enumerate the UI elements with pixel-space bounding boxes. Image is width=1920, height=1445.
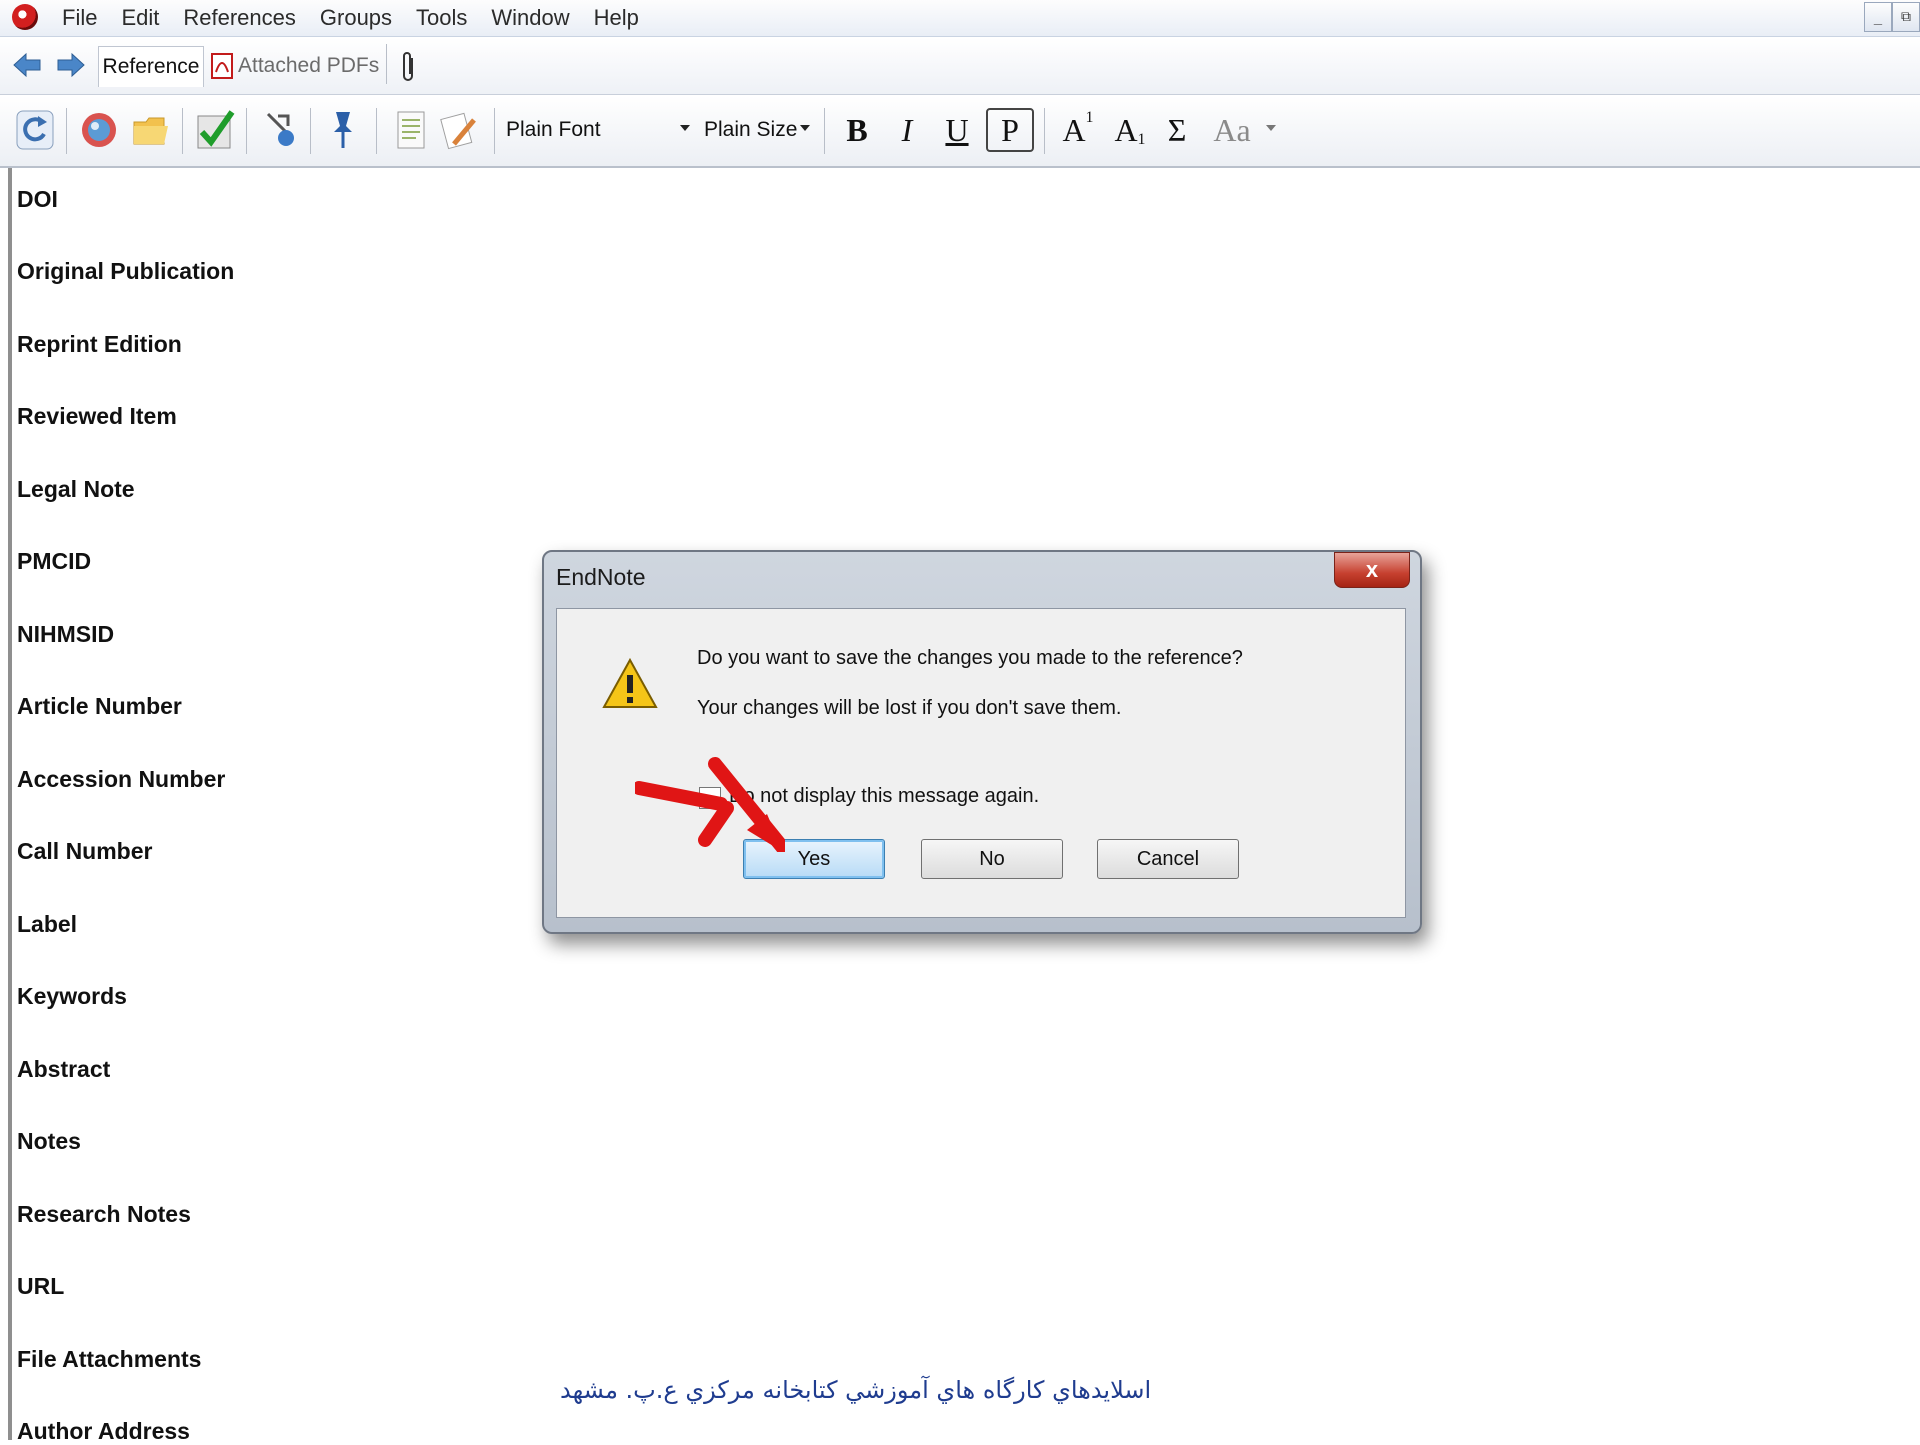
toolbar-separator xyxy=(824,108,825,154)
window-controls: _ ⧉ xyxy=(1864,2,1920,32)
menu-groups[interactable]: Groups xyxy=(308,4,404,32)
endnote-app-icon[interactable] xyxy=(12,4,38,30)
symbol-button[interactable]: Σ xyxy=(1160,108,1194,152)
field-label-file-attachments: File Attachments xyxy=(17,1346,202,1372)
field-label-pmcid: PMCID xyxy=(17,548,92,574)
tab-attached-pdfs[interactable]: Attached PDFs xyxy=(210,46,379,86)
plain-button[interactable]: P xyxy=(986,108,1034,152)
minimize-button[interactable]: _ xyxy=(1864,2,1892,32)
field-label-reprint-edition: Reprint Edition xyxy=(17,331,182,357)
open-folder-icon[interactable] xyxy=(130,108,172,152)
menu-items: File Edit References Groups Tools Window… xyxy=(50,4,651,32)
menu-tools[interactable]: Tools xyxy=(404,4,479,32)
case-dropdown[interactable] xyxy=(1262,112,1278,148)
paperclip-icon[interactable] xyxy=(400,50,418,84)
chevron-down-icon xyxy=(800,125,810,131)
dialog-close-button[interactable]: x xyxy=(1334,552,1410,588)
tab-attached-pdfs-label: Attached PDFs xyxy=(238,54,380,77)
menu-help[interactable]: Help xyxy=(582,4,651,32)
case-button[interactable]: Aa xyxy=(1204,108,1260,152)
red-pointer-arrow-icon xyxy=(635,757,785,852)
format-toolbar: Plain Font Plain Size B I U P A1 A1 Σ Aa xyxy=(0,96,1920,168)
field-label-abstract: Abstract xyxy=(17,1056,111,1082)
pdf-icon xyxy=(211,53,233,79)
toolbar-separator xyxy=(66,108,67,154)
toolbar-separator xyxy=(310,108,311,154)
field-label-label: Label xyxy=(17,911,78,937)
check-icon[interactable] xyxy=(194,108,236,152)
reference-tab-row: Reference Attached PDFs xyxy=(0,38,1920,95)
chevron-down-icon xyxy=(680,125,690,131)
cancel-button[interactable]: Cancel xyxy=(1097,839,1239,879)
field-label-article-number: Article Number xyxy=(17,693,182,719)
menu-references[interactable]: References xyxy=(171,4,308,32)
subscript-letter: A xyxy=(1114,111,1138,148)
field-label-url: URL xyxy=(17,1273,65,1299)
field-label-author-address: Author Address xyxy=(17,1418,190,1444)
size-select-value: Plain Size xyxy=(704,118,798,141)
toolbar-separator xyxy=(376,108,377,154)
dialog-message-primary: Do you want to save the changes you made… xyxy=(697,647,1243,669)
slide-footer-caption: اسلايدهاي كارگاه هاي آموزشي كتابخانه مرك… xyxy=(560,1376,1152,1404)
menu-file[interactable]: File xyxy=(50,4,109,32)
field-label-notes: Notes xyxy=(17,1128,81,1154)
field-label-call-number: Call Number xyxy=(17,838,153,864)
field-label-doi: DOI xyxy=(17,186,58,212)
italic-button[interactable]: I xyxy=(888,108,926,152)
menu-edit[interactable]: Edit xyxy=(109,4,171,32)
superscript-mark: 1 xyxy=(1085,109,1094,126)
field-label-original-publication: Original Publication xyxy=(17,258,235,284)
field-label-accession-number: Accession Number xyxy=(17,766,226,792)
toolbar-separator xyxy=(246,108,247,154)
tab-reference[interactable]: Reference xyxy=(98,46,204,87)
field-label-reviewed-item: Reviewed Item xyxy=(17,403,177,429)
field-label-research-notes: Research Notes xyxy=(17,1201,191,1227)
menu-window[interactable]: Window xyxy=(479,4,581,32)
insert-citation-icon[interactable] xyxy=(258,108,300,152)
menu-bar: File Edit References Groups Tools Window… xyxy=(0,0,1920,37)
font-select-value: Plain Font xyxy=(506,118,601,141)
subscript-button[interactable]: A1 xyxy=(1110,108,1150,152)
dialog-message-secondary: Your changes will be lost if you don't s… xyxy=(697,697,1122,719)
toolbar-separator xyxy=(494,108,495,154)
pushpin-icon[interactable] xyxy=(322,108,364,152)
refresh-icon[interactable] xyxy=(14,108,56,152)
superscript-letter: A xyxy=(1062,111,1086,148)
superscript-button[interactable]: A1 xyxy=(1058,108,1098,152)
field-label-keywords: Keywords xyxy=(17,983,127,1009)
chevron-down-icon xyxy=(1266,125,1276,131)
save-changes-dialog: EndNote x Do you want to save the change… xyxy=(542,550,1422,934)
tab-separator xyxy=(386,44,387,84)
dialog-title: EndNote xyxy=(556,564,646,590)
forward-arrow-icon[interactable] xyxy=(56,52,86,78)
field-label-legal-note: Legal Note xyxy=(17,476,135,502)
warning-icon xyxy=(602,657,658,708)
bold-button[interactable]: B xyxy=(838,108,876,152)
underline-button[interactable]: U xyxy=(938,108,976,152)
restore-button[interactable]: ⧉ xyxy=(1892,2,1920,32)
online-search-icon[interactable] xyxy=(78,108,120,152)
toolbar-separator xyxy=(182,108,183,154)
fields-divider xyxy=(8,168,12,1440)
format-list-icon[interactable] xyxy=(390,108,432,152)
edit-note-icon[interactable] xyxy=(438,108,480,152)
toolbar-separator xyxy=(1044,108,1045,154)
subscript-mark: 1 xyxy=(1137,131,1146,148)
no-button[interactable]: No xyxy=(921,839,1063,879)
back-arrow-icon[interactable] xyxy=(12,52,42,78)
field-label-nihmsid: NIHMSID xyxy=(17,621,115,647)
font-select[interactable]: Plain Font xyxy=(506,112,694,148)
size-select[interactable]: Plain Size xyxy=(704,112,814,148)
